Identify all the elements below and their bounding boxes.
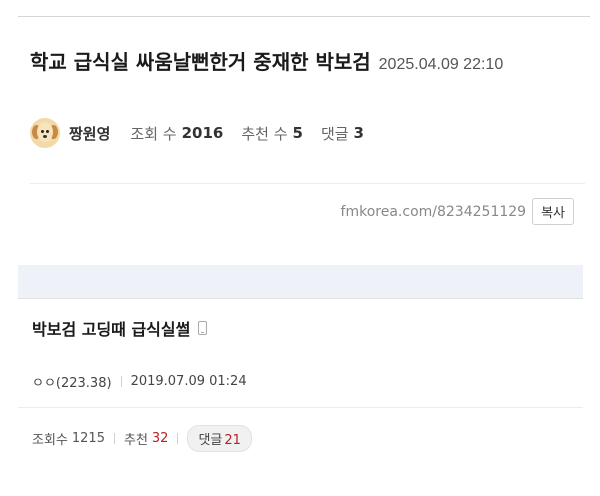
band-divider: [18, 298, 583, 299]
content-band: [18, 265, 583, 298]
stats-separator: [113, 433, 115, 444]
embedded-comments-button[interactable]: 댓글 21: [187, 425, 252, 452]
post-date: 2025.04.09 22:10: [378, 56, 504, 73]
embedded-recommend-label: 추천: [123, 433, 148, 448]
post-meta: 짱원영 조회 수 2016 추천 수 5 댓글 3: [30, 118, 382, 148]
post-title-text: 학교 급식실 싸움날뻔한거 중재한 박보검: [30, 50, 371, 74]
mobile-phone-icon: [198, 321, 208, 335]
post-url[interactable]: fmkorea.com/8234251129: [341, 204, 527, 220]
post-header: 학교 급식실 싸움날뻔한거 중재한 박보검 2025.04.09 22:10: [30, 48, 585, 79]
embedded-views-label: 조회수: [32, 433, 68, 448]
embedded-date: 2019.07.09 01:24: [130, 374, 247, 389]
embedded-author: ㅇㅇ(223.38): [32, 376, 112, 391]
embedded-post-meta: ㅇㅇ(223.38) 2019.07.09 01:24: [32, 372, 247, 391]
puppy-avatar-icon[interactable]: [30, 118, 60, 148]
embedded-stats: 조회수 1215 추천 32 댓글 21: [32, 425, 252, 452]
embedded-recommend-count: 32: [151, 431, 169, 446]
comments-count: 3: [353, 124, 364, 142]
post-title: 학교 급식실 싸움날뻔한거 중재한 박보검 2025.04.09 22:10: [30, 48, 585, 79]
embedded-divider: [18, 407, 583, 408]
views-label: 조회 수: [130, 124, 177, 143]
embedded-comments-label: 댓글: [198, 433, 223, 448]
post-url-row: fmkorea.com/8234251129 복사: [341, 198, 574, 225]
embedded-views-count: 1215: [71, 431, 105, 446]
copy-url-button[interactable]: 복사: [532, 198, 574, 225]
views-count: 2016: [181, 124, 224, 142]
recommend-label: 추천 수: [241, 124, 288, 143]
embedded-comments-count: 21: [224, 433, 241, 448]
top-divider: [18, 16, 590, 17]
recommend-count: 5: [292, 124, 303, 142]
meta-divider: [30, 183, 585, 184]
embedded-post-title: 박보검 고딩때 급식실썰: [32, 316, 208, 340]
embedded-title-text: 박보검 고딩때 급식실썰: [32, 320, 191, 339]
author-name[interactable]: 짱원영: [69, 123, 110, 144]
meta-separator: [120, 376, 122, 387]
stats-separator: [177, 433, 179, 444]
comments-label: 댓글: [320, 124, 349, 143]
